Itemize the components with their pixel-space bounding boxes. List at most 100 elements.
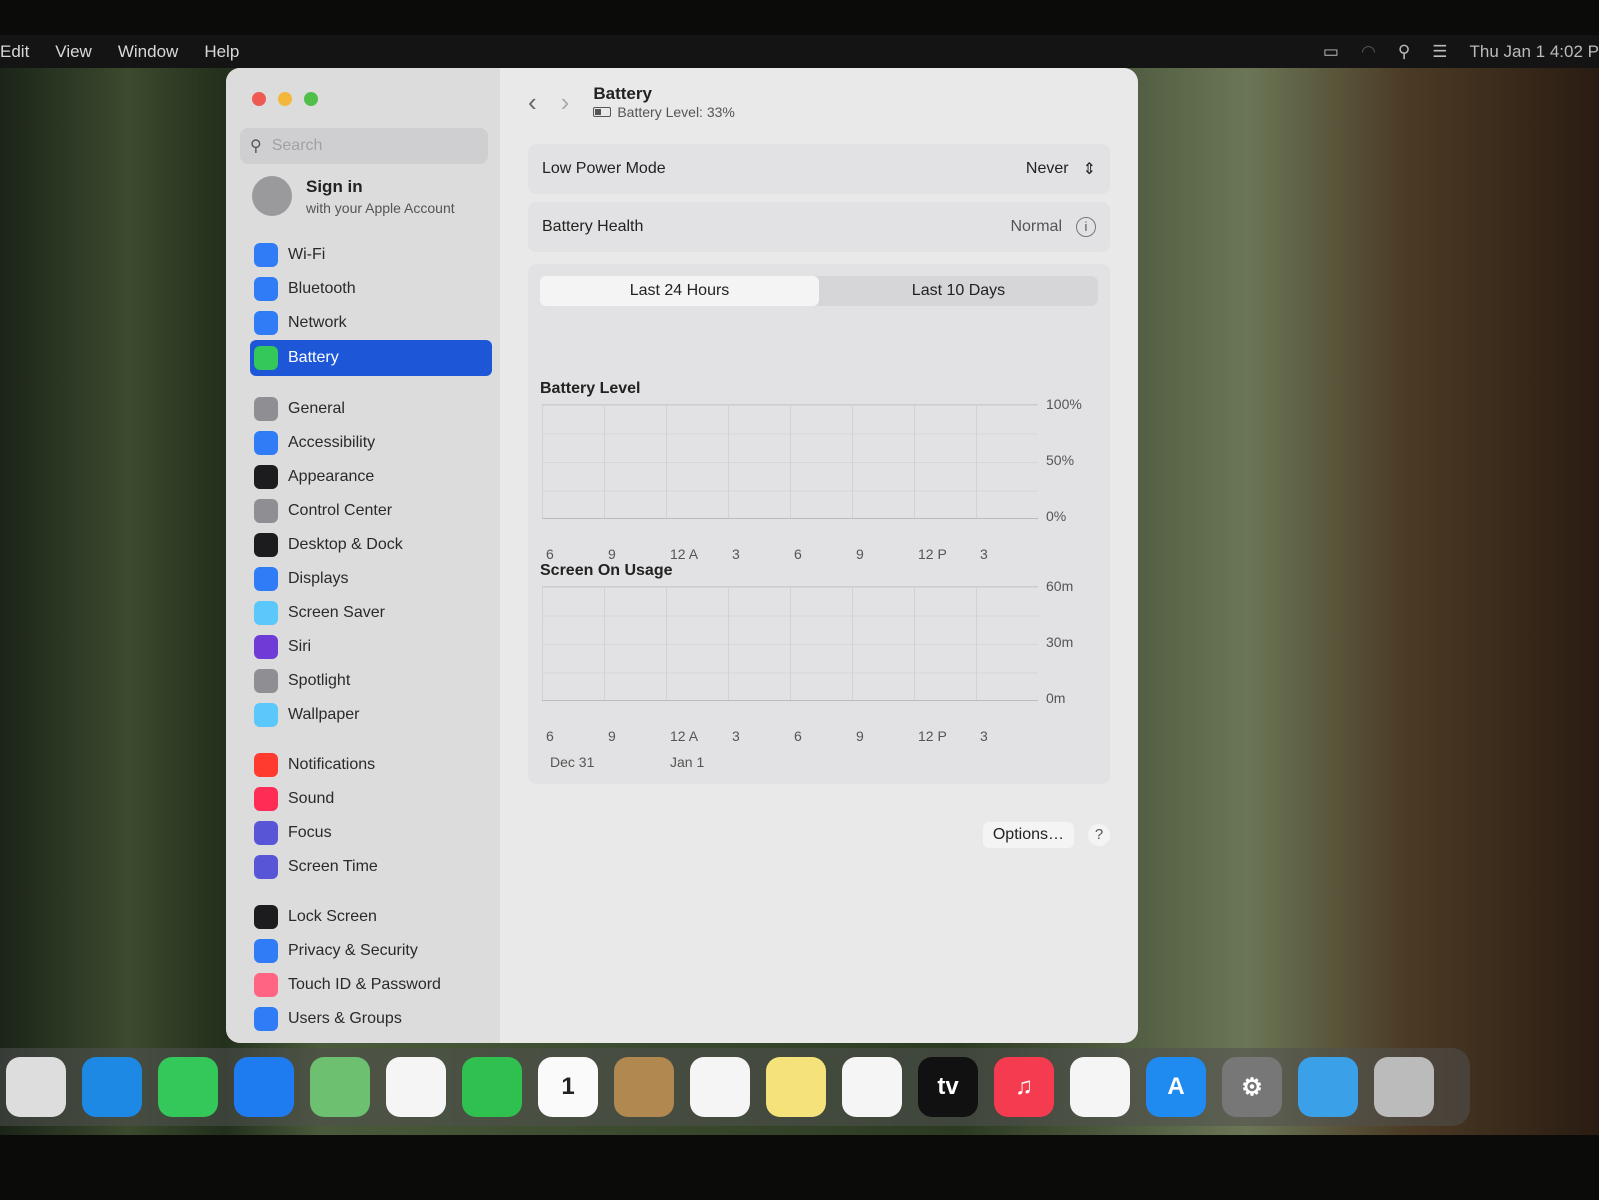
search-field[interactable]: ⚲ Search (240, 128, 488, 164)
dock-photos-icon[interactable] (386, 1057, 446, 1117)
menu-help[interactable]: Help (204, 42, 239, 62)
sidebar-item-label: Screen Saver (288, 604, 385, 621)
users-icon (254, 1007, 278, 1031)
dock-launchpad-icon[interactable] (6, 1057, 66, 1117)
dock-downloads-icon[interactable] (1298, 1057, 1358, 1117)
sidebar-item-label: Bluetooth (288, 280, 356, 297)
sidebar-item-notifications[interactable]: Notifications (250, 748, 492, 782)
x-tick-label: 3 (980, 728, 988, 744)
minimize-button[interactable] (278, 92, 292, 106)
battery-level-chart-title: Battery Level (540, 380, 641, 397)
moon-icon (254, 821, 278, 845)
sidebar-item-label: Privacy & Security (288, 942, 418, 959)
info-icon[interactable]: i (1076, 217, 1096, 237)
chart-grid (542, 586, 1038, 701)
sidebar-item-focus[interactable]: Focus (250, 816, 492, 850)
sidebar-item-screen-time[interactable]: Screen Time (250, 850, 492, 884)
y-tick-label: 60m (1046, 578, 1074, 594)
dock-maps-icon[interactable] (310, 1057, 370, 1117)
chart-grid (542, 404, 1038, 519)
time-range-segmented-control: Last 24 Hours Last 10 Days (540, 276, 1098, 306)
dock-safari-icon[interactable] (82, 1057, 142, 1117)
wifi-icon (254, 243, 278, 267)
hourglass-icon (254, 855, 278, 879)
dock-trash-icon[interactable] (1374, 1057, 1434, 1117)
sidebar-item-desktop-dock[interactable]: Desktop & Dock (250, 528, 492, 562)
sidebar-item-label: Screen Time (288, 858, 378, 875)
tab-last-24-hours[interactable]: Last 24 Hours (540, 276, 819, 306)
sidebar-item-bluetooth[interactable]: Bluetooth (250, 272, 492, 306)
sidebar-nav: Wi-Fi Bluetooth Network Battery General Acces… (226, 238, 500, 1036)
sidebar-item-label: Appearance (288, 468, 375, 485)
sidebar-item-battery[interactable]: Battery (250, 340, 492, 376)
sidebar-item-siri[interactable]: Siri (250, 630, 492, 664)
menu-edit[interactable]: Edit (0, 42, 29, 62)
sidebar-item-label: Battery (288, 349, 339, 366)
dock-messages-icon[interactable] (158, 1057, 218, 1117)
dock-system-settings-icon[interactable]: ⚙ (1222, 1057, 1282, 1117)
sidebar-item-sound[interactable]: Sound (250, 782, 492, 816)
dock-news-icon[interactable] (1070, 1057, 1130, 1117)
sign-in-title: Sign in (306, 176, 363, 196)
back-button[interactable]: ‹ (528, 87, 537, 118)
lock-icon (254, 905, 278, 929)
sidebar-item-screen-saver[interactable]: Screen Saver (250, 596, 492, 630)
x-tick-label: 12 A (670, 546, 699, 562)
sidebar-item-accessibility[interactable]: Accessibility (250, 426, 492, 460)
x-tick-label: 6 (794, 728, 802, 744)
dock-music-icon[interactable]: ♫ (994, 1057, 1054, 1117)
y-tick-label: 50% (1046, 452, 1075, 468)
dock-freeform-icon[interactable] (842, 1057, 902, 1117)
tab-last-10-days[interactable]: Last 10 Days (819, 276, 1098, 306)
menu-view[interactable]: View (55, 42, 92, 62)
zoom-button[interactable] (304, 92, 318, 106)
sidebar-item-control-center[interactable]: Control Center (250, 494, 492, 528)
dock-mail-icon[interactable] (234, 1057, 294, 1117)
sidebar-item-lock-screen[interactable]: Lock Screen (250, 900, 492, 934)
wifi-icon[interactable]: ◠ (1361, 42, 1376, 62)
control-center-icon[interactable]: ☰ (1432, 42, 1447, 62)
x-tick-label: 6 (794, 546, 802, 562)
x-tick-label: 3 (732, 728, 740, 744)
low-power-mode-row: Low Power Mode Never ⇕ (528, 144, 1110, 194)
bell-icon (254, 753, 278, 777)
sidebar-item-network[interactable]: Network (250, 306, 492, 340)
battery-status-icon[interactable]: ▭ (1323, 42, 1339, 62)
battery-icon (254, 346, 278, 370)
sidebar-item-users-groups[interactable]: Users & Groups (250, 1002, 492, 1036)
sidebar-item-wallpaper[interactable]: Wallpaper (250, 698, 492, 732)
sidebar-item-appearance[interactable]: Appearance (250, 460, 492, 494)
sidebar-item-label: Spotlight (288, 672, 351, 689)
options-button[interactable]: Options… (982, 822, 1074, 848)
apple-account-sign-in[interactable]: Sign in with your Apple Account (252, 176, 500, 216)
dock-reminders-icon[interactable] (690, 1057, 750, 1117)
control-center-icon (254, 499, 278, 523)
close-button[interactable] (252, 92, 266, 106)
sidebar-item-touch-id-password[interactable]: Touch ID & Password (250, 968, 492, 1002)
sidebar-item-wi-fi[interactable]: Wi-Fi (250, 238, 492, 272)
dock-facetime-icon[interactable] (462, 1057, 522, 1117)
sidebar-item-label: Accessibility (288, 434, 376, 451)
screen-usage-chart-title: Screen On Usage (540, 562, 673, 579)
sidebar-item-displays[interactable]: Displays (250, 562, 492, 596)
sidebar-item-general[interactable]: General (250, 392, 492, 426)
battery-level-icon (593, 107, 612, 117)
low-power-mode-select[interactable]: Never ⇕ (1026, 159, 1096, 179)
y-tick-label: 100% (1046, 396, 1082, 412)
dock-tv-icon[interactable]: tv (918, 1057, 978, 1117)
spotlight-search-icon[interactable]: ⚲ (1398, 42, 1410, 62)
menu-clock[interactable]: Thu Jan 1 4:02 P (1470, 42, 1599, 62)
dock-app-store-icon[interactable]: A (1146, 1057, 1206, 1117)
sidebar: ⚲ Search Sign in with your Apple Account… (226, 68, 500, 1043)
dock-notes-icon[interactable] (766, 1057, 826, 1117)
dock-contacts-icon[interactable] (614, 1057, 674, 1117)
forward-button[interactable]: › (561, 87, 570, 118)
x-tick-label: 12 A (670, 728, 699, 744)
menu-window[interactable]: Window (118, 42, 178, 62)
dock-calendar-icon[interactable]: 1 (538, 1057, 598, 1117)
x-tick-label: 6 (546, 728, 554, 744)
help-button[interactable]: ? (1088, 824, 1110, 846)
battery-health-row: Battery Health Normal i (528, 202, 1110, 252)
sidebar-item-spotlight[interactable]: Spotlight (250, 664, 492, 698)
sidebar-item-privacy-security[interactable]: Privacy & Security (250, 934, 492, 968)
